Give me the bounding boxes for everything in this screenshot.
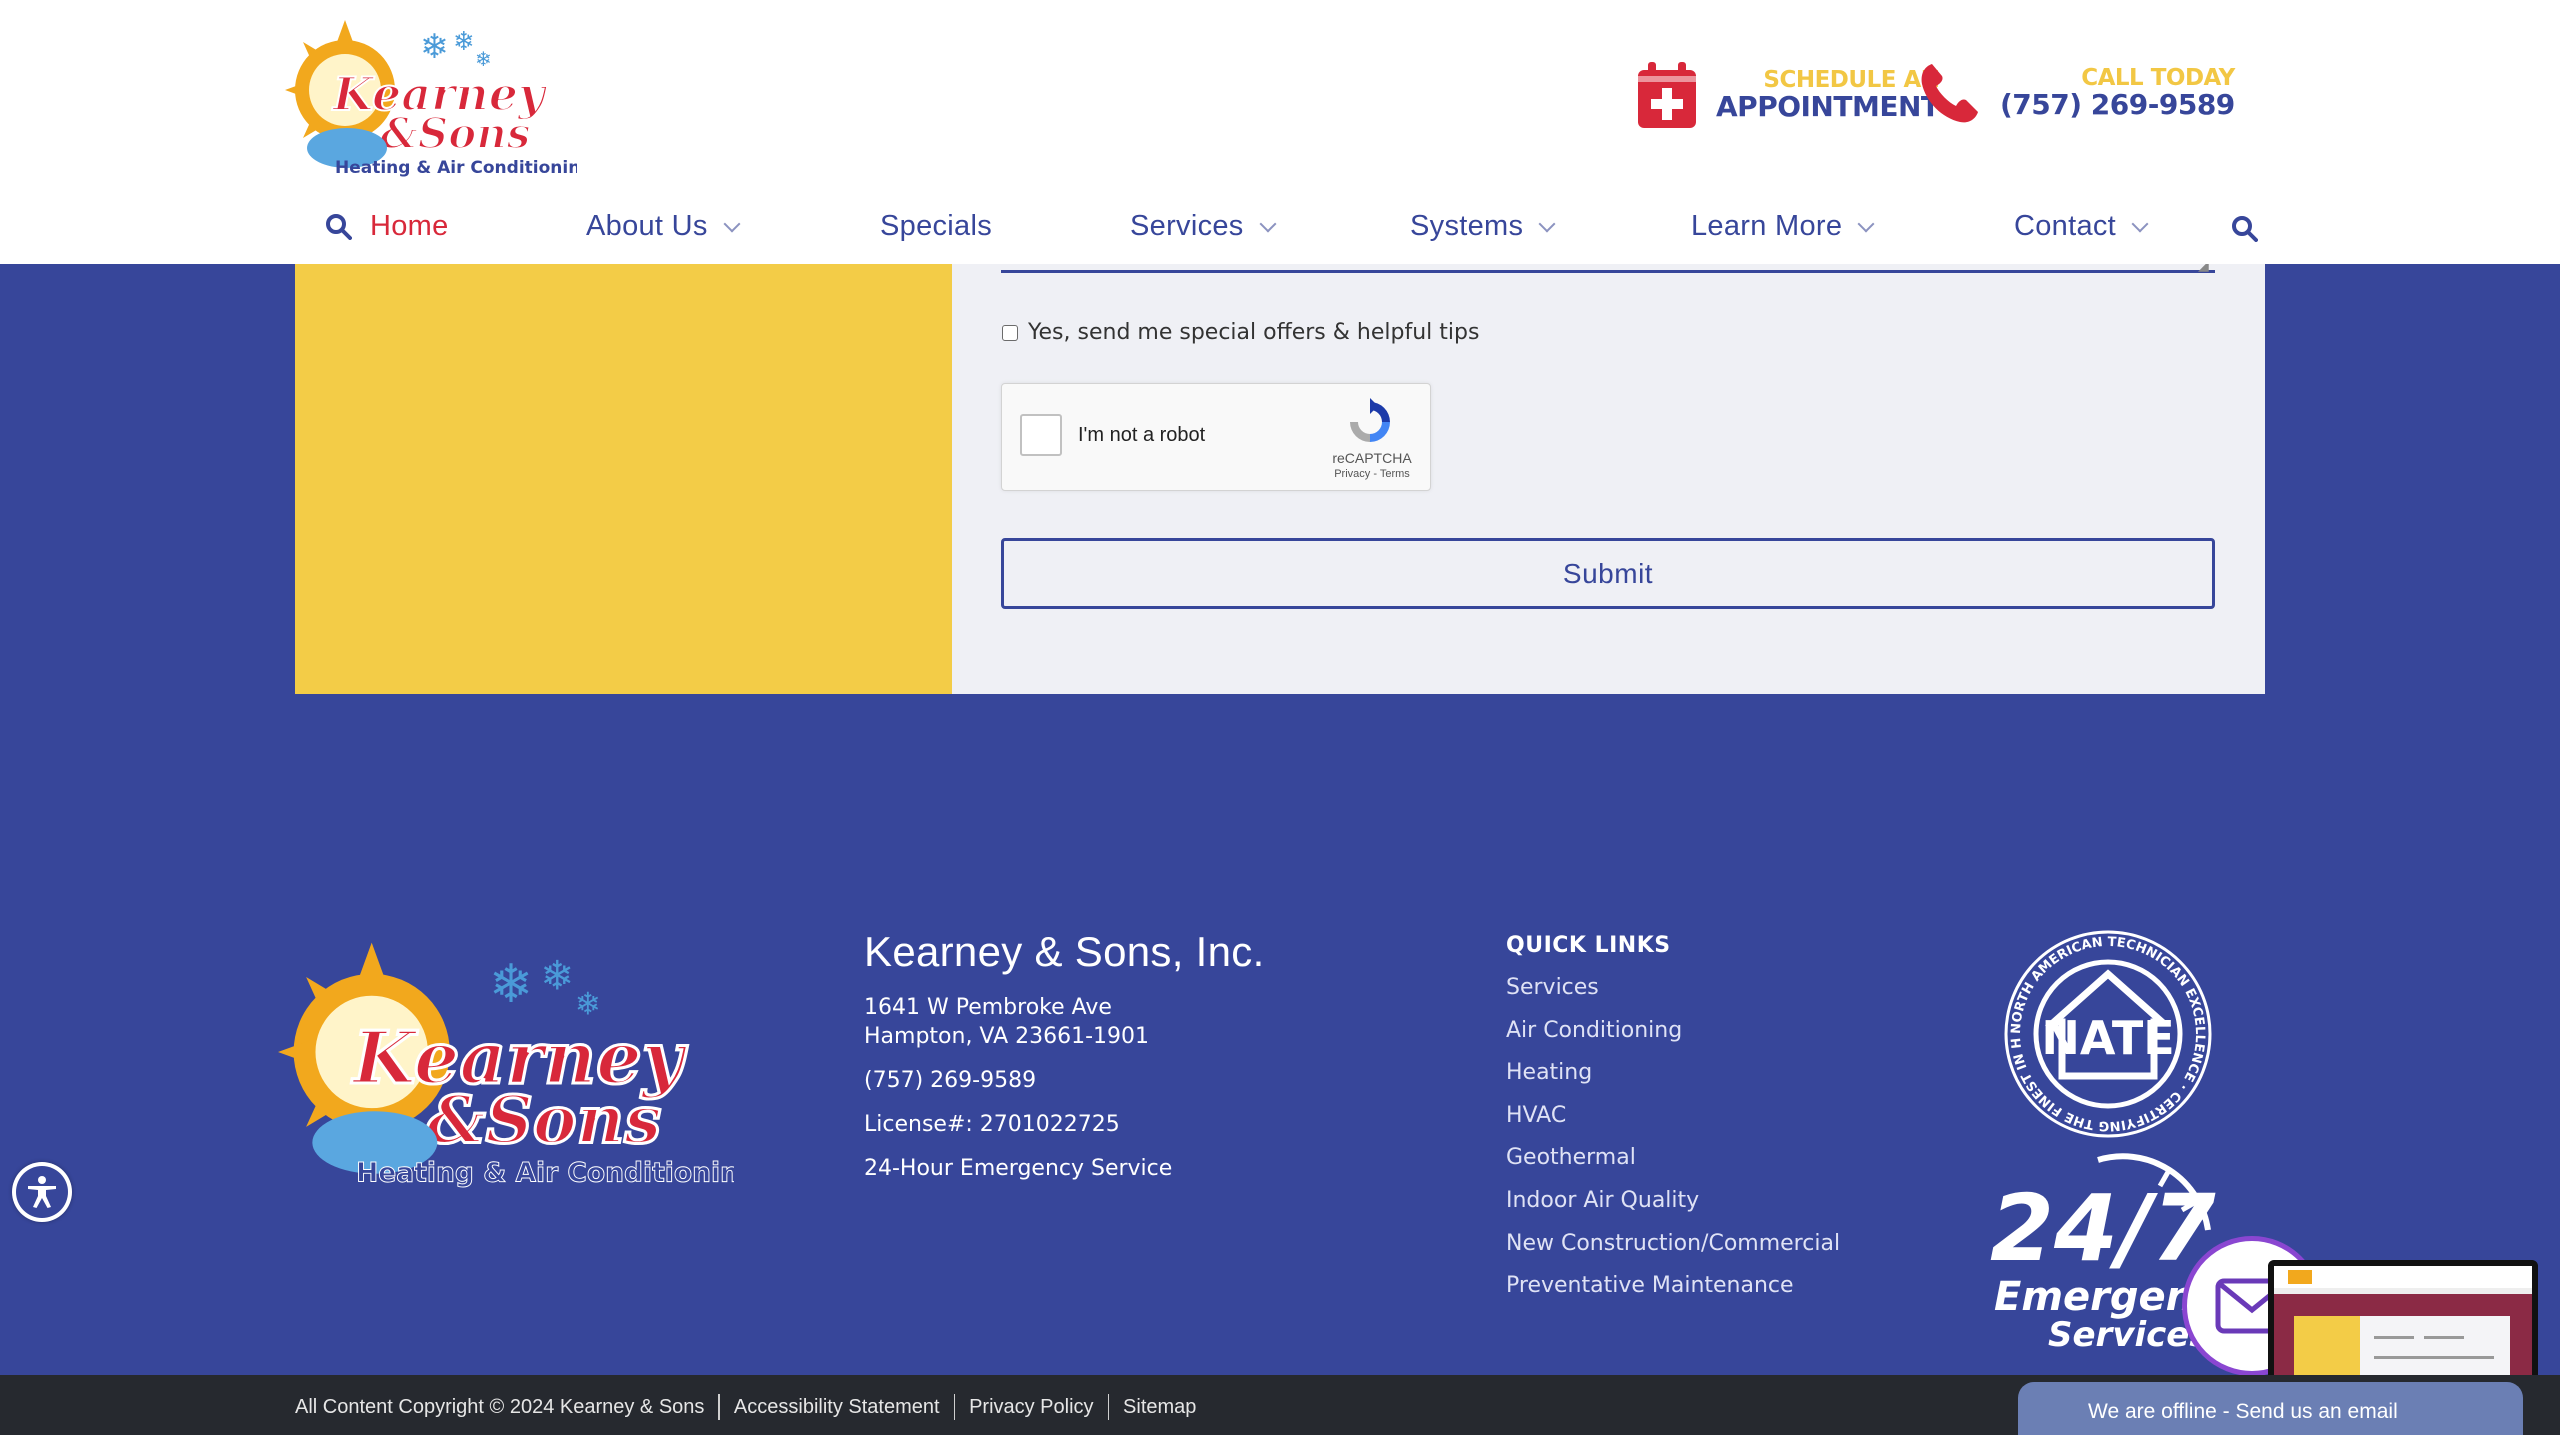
footer-phone[interactable]: (757) 269-9589 <box>864 1068 1036 1093</box>
sitemap-link[interactable]: Sitemap <box>1123 1396 1196 1419</box>
footer-license: License#: 2701022725 <box>864 1112 1120 1137</box>
nav-item-label: Contact <box>2014 210 2117 242</box>
main-navigation: Home About Us Specials Services Systems … <box>0 200 2560 264</box>
svg-text:❄: ❄ <box>489 953 533 1015</box>
phone-icon <box>1921 64 1978 123</box>
footer-company-logo[interactable]: ❄ ❄ ❄ Kearney &Sons Heating & Air Condit… <box>278 935 734 1197</box>
contact-yellow-panel <box>295 264 952 694</box>
quick-link[interactable]: Indoor Air Quality <box>1506 1188 1840 1231</box>
footer-bottom-links: All Content Copyright © 2024 Kearney & S… <box>295 1394 1196 1420</box>
nav-item-home[interactable]: Home <box>326 210 449 243</box>
chevron-down-icon <box>1538 215 1556 232</box>
svg-text:❄: ❄ <box>453 27 475 57</box>
quick-link[interactable]: Preventative Maintenance <box>1506 1273 1840 1316</box>
nav-item-about-us[interactable]: About Us <box>586 210 741 243</box>
nate-certification-badge: NATE NORTH AMERICAN TECHNICIAN EXCELLENC… <box>1994 926 2212 1138</box>
optin-checkbox[interactable] <box>1002 324 1018 341</box>
recaptcha-checkbox[interactable] <box>1020 414 1062 456</box>
nav-item-label: Systems <box>1410 210 1524 242</box>
site-header: ❄ ❄ ❄ Kearney &Sons Heating & Air Condit… <box>0 0 2560 264</box>
footer-company-name: Kearney & Sons, Inc. <box>864 928 1265 975</box>
nav-item-contact[interactable]: Contact <box>2014 210 2149 243</box>
recaptcha-privacy-terms[interactable]: Privacy - Terms <box>1330 468 1414 480</box>
call-phone-text: (757) 269-9589 <box>2000 88 2235 122</box>
nav-item-learn-more[interactable]: Learn More <box>1691 210 1875 243</box>
call-top-text: CALL TODAY <box>2081 65 2235 92</box>
chevron-down-icon <box>2131 215 2149 232</box>
special-offers-optin[interactable]: Yes, send me special offers & helpful ti… <box>1002 320 1479 345</box>
quick-link[interactable]: Services <box>1506 975 1840 1018</box>
chevron-down-icon <box>723 215 741 232</box>
svg-text:❄: ❄ <box>540 951 574 999</box>
recaptcha-widget: I'm not a robot reCAPTCHA Privacy - Term… <box>1001 383 1431 491</box>
nav-item-systems[interactable]: Systems <box>1410 210 1556 243</box>
link-divider <box>1107 1394 1110 1420</box>
appointment-top-text: SCHEDULE AN <box>1763 67 1940 94</box>
privacy-policy-link[interactable]: Privacy Policy <box>969 1396 1093 1419</box>
nav-item-label: About Us <box>586 210 708 242</box>
calendar-plus-icon <box>1638 62 1696 128</box>
accessibility-button[interactable] <box>12 1162 72 1222</box>
footer-address-line2: Hampton, VA 23661-1901 <box>864 1024 1150 1049</box>
svg-text:&Sons: &Sons <box>380 109 530 158</box>
footer-address-line1: 1641 W Pembroke Ave <box>864 995 1112 1020</box>
badge-247-text: 24/7 <box>1990 1175 2216 1282</box>
chevron-down-icon <box>1857 215 1875 232</box>
link-divider <box>718 1394 720 1420</box>
svg-text:&Sons: &Sons <box>426 1082 661 1159</box>
submit-button[interactable]: Submit <box>1001 538 2215 609</box>
message-textarea[interactable] <box>1001 264 2215 273</box>
link-divider <box>953 1394 956 1420</box>
call-today-link[interactable]: CALL TODAY (757) 269-9589 <box>1918 62 2235 124</box>
search-icon[interactable] <box>2232 216 2258 242</box>
svg-text:❄: ❄ <box>420 27 449 67</box>
appointment-bottom-text: APPOINTMENT <box>1716 90 1940 124</box>
quick-links-heading: QUICK LINKS <box>1506 933 1671 958</box>
svg-text:Heating & Air Conditioning: Heating & Air Conditioning <box>356 1158 734 1189</box>
optin-label: Yes, send me special offers & helpful ti… <box>1028 320 1480 345</box>
chat-offline-bar[interactable]: We are offline - Send us an email <box>2018 1382 2523 1435</box>
nav-item-specials[interactable]: Specials <box>880 210 992 243</box>
footer-emergency: 24-Hour Emergency Service <box>864 1156 1173 1181</box>
recaptcha-brand: reCAPTCHA <box>1332 450 1412 466</box>
quick-links-list: Services Air Conditioning Heating HVAC G… <box>1506 975 1840 1316</box>
chevron-down-icon <box>1259 215 1277 232</box>
recaptcha-label: I'm not a robot <box>1078 424 1206 446</box>
nate-text: NATE <box>2041 1011 2174 1065</box>
nav-item-label: Specials <box>880 210 993 242</box>
schedule-appointment-link[interactable]: SCHEDULE AN APPOINTMENT <box>1638 62 1940 128</box>
svg-text:Heating & Air Conditioning: Heating & Air Conditioning <box>335 158 577 178</box>
accessibility-icon <box>28 1176 56 1208</box>
recaptcha-logo-icon <box>1350 398 1390 442</box>
quick-link[interactable]: Air Conditioning <box>1506 1018 1840 1061</box>
search-icon <box>326 213 352 240</box>
nav-item-label: Services <box>1130 210 1244 242</box>
quick-link[interactable]: Geothermal <box>1506 1145 1840 1188</box>
quick-link[interactable]: Heating <box>1506 1060 1840 1103</box>
nav-item-services[interactable]: Services <box>1130 210 1277 243</box>
nav-item-label: Learn More <box>1691 210 1843 242</box>
copyright-text: All Content Copyright © 2024 Kearney & S… <box>295 1395 705 1418</box>
company-logo[interactable]: ❄ ❄ ❄ Kearney &Sons Heating & Air Condit… <box>285 18 577 180</box>
quick-link[interactable]: HVAC <box>1506 1103 1840 1146</box>
accessibility-statement-link[interactable]: Accessibility Statement <box>734 1396 940 1419</box>
nav-item-label: Home <box>370 210 449 242</box>
quick-link[interactable]: New Construction/Commercial <box>1506 1231 1840 1274</box>
